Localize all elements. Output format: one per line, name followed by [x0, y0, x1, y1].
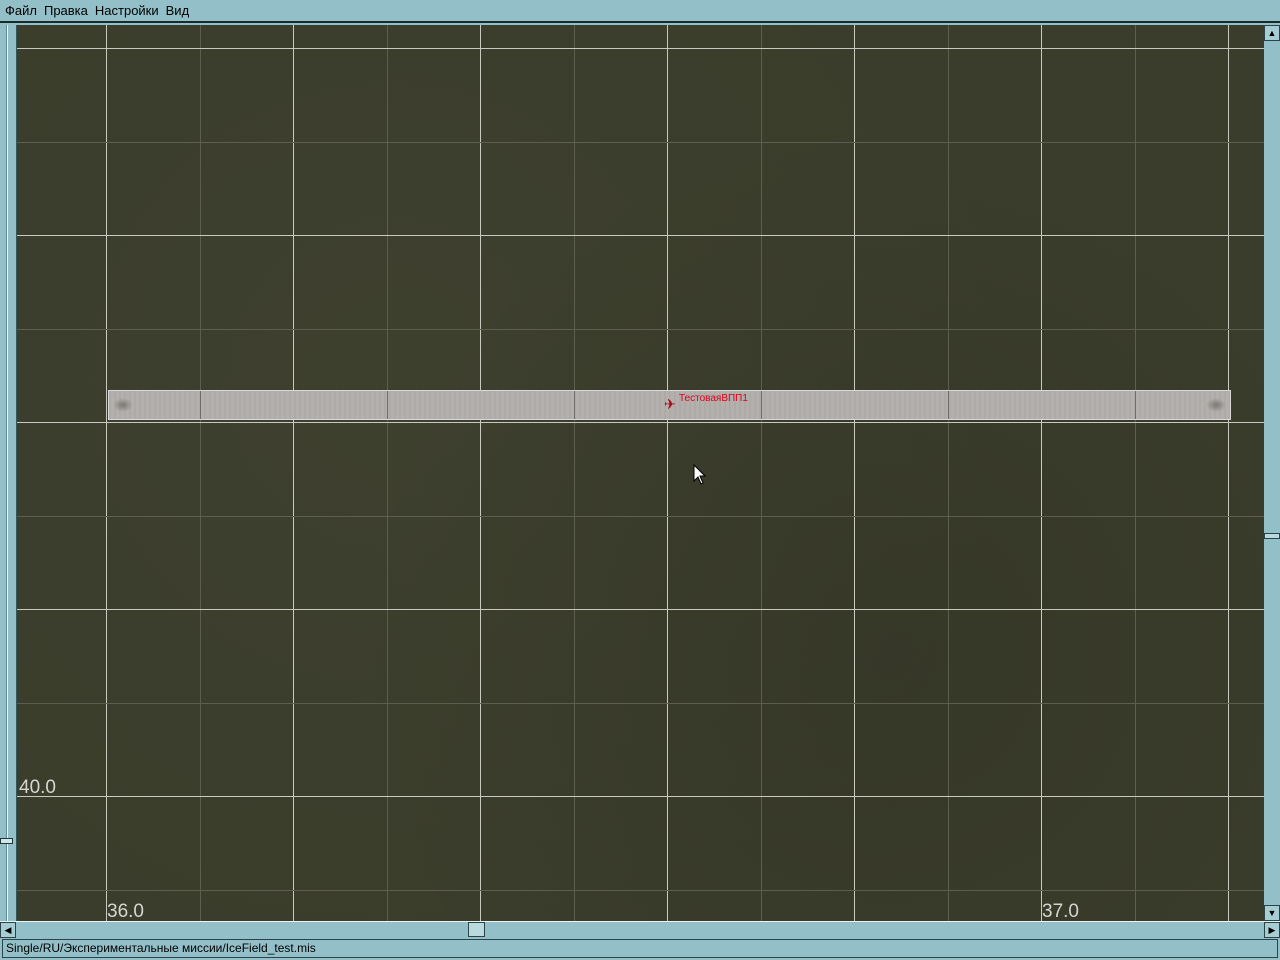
scroll-left-button[interactable]: ◀ [0, 922, 16, 938]
grid-line-vertical [667, 25, 668, 921]
zoom-slider[interactable] [0, 25, 17, 921]
horizontal-scroll-thumb[interactable] [468, 922, 485, 937]
grid-line-horizontal [17, 142, 1264, 143]
latitude-label: 40.0 [19, 777, 56, 798]
vertical-scroll-thumb[interactable] [1264, 533, 1280, 539]
map-canvas[interactable]: ✈ ТестоваяВПП1 40.0 36.0 37.0 [17, 25, 1264, 921]
grid-line-horizontal [17, 609, 1264, 610]
runway-segment-line [387, 391, 388, 419]
grid-line-horizontal [17, 48, 1264, 49]
runway-segment-line [574, 391, 575, 419]
grid-line-horizontal [17, 422, 1264, 423]
grid-line-vertical [1228, 25, 1229, 921]
scroll-right-button[interactable]: ▶ [1264, 922, 1280, 938]
runway-segment-line [948, 391, 949, 419]
grid-line-vertical [1135, 25, 1136, 921]
grid-line-horizontal [17, 796, 1264, 797]
runway-end-marker [113, 398, 133, 412]
runway-label: ТестоваяВПП1 [679, 393, 748, 404]
grid-line-vertical [1041, 25, 1042, 921]
scroll-up-button[interactable]: ▲ [1264, 25, 1280, 41]
grid-line-vertical [480, 25, 481, 921]
grid-line-horizontal [17, 516, 1264, 517]
grid-line-horizontal [17, 329, 1264, 330]
grid-line-vertical [106, 25, 107, 921]
grid-line-vertical [761, 25, 762, 921]
zoom-slider-thumb[interactable] [0, 838, 13, 844]
grid-line-vertical [200, 25, 201, 921]
menu-settings[interactable]: Настройки [94, 3, 160, 18]
menu-edit[interactable]: Правка [43, 3, 89, 18]
grid-line-horizontal [17, 890, 1264, 891]
grid-line-horizontal [17, 235, 1264, 236]
grid-line-vertical [574, 25, 575, 921]
status-bar-file-path: Single/RU/Экспериментальные миссии/IceFi… [2, 939, 1278, 958]
grid-line-vertical [854, 25, 855, 921]
menu-bar: Файл Правка Настройки Вид [0, 0, 1280, 23]
mouse-cursor-icon [693, 464, 707, 485]
grid-line-horizontal [17, 703, 1264, 704]
menu-view[interactable]: Вид [165, 3, 191, 18]
longitude-label-right: 37.0 [1042, 901, 1079, 921]
horizontal-scrollbar[interactable]: ◀ ▶ [0, 921, 1280, 938]
airfield-plane-icon[interactable]: ✈ [664, 397, 678, 411]
runway-segment-line [1135, 391, 1136, 419]
zoom-slider-track [6, 25, 8, 921]
vertical-scrollbar[interactable]: ▲ ▼ [1264, 25, 1280, 921]
runway-segment-line [200, 391, 201, 419]
grid-line-vertical [293, 25, 294, 921]
grid-line-vertical [387, 25, 388, 921]
grid-line-vertical [948, 25, 949, 921]
scroll-down-button[interactable]: ▼ [1264, 905, 1280, 921]
longitude-label-left: 36.0 [107, 901, 144, 921]
runway-end-marker [1206, 398, 1226, 412]
menu-file[interactable]: Файл [4, 3, 38, 18]
runway-segment-line [761, 391, 762, 419]
